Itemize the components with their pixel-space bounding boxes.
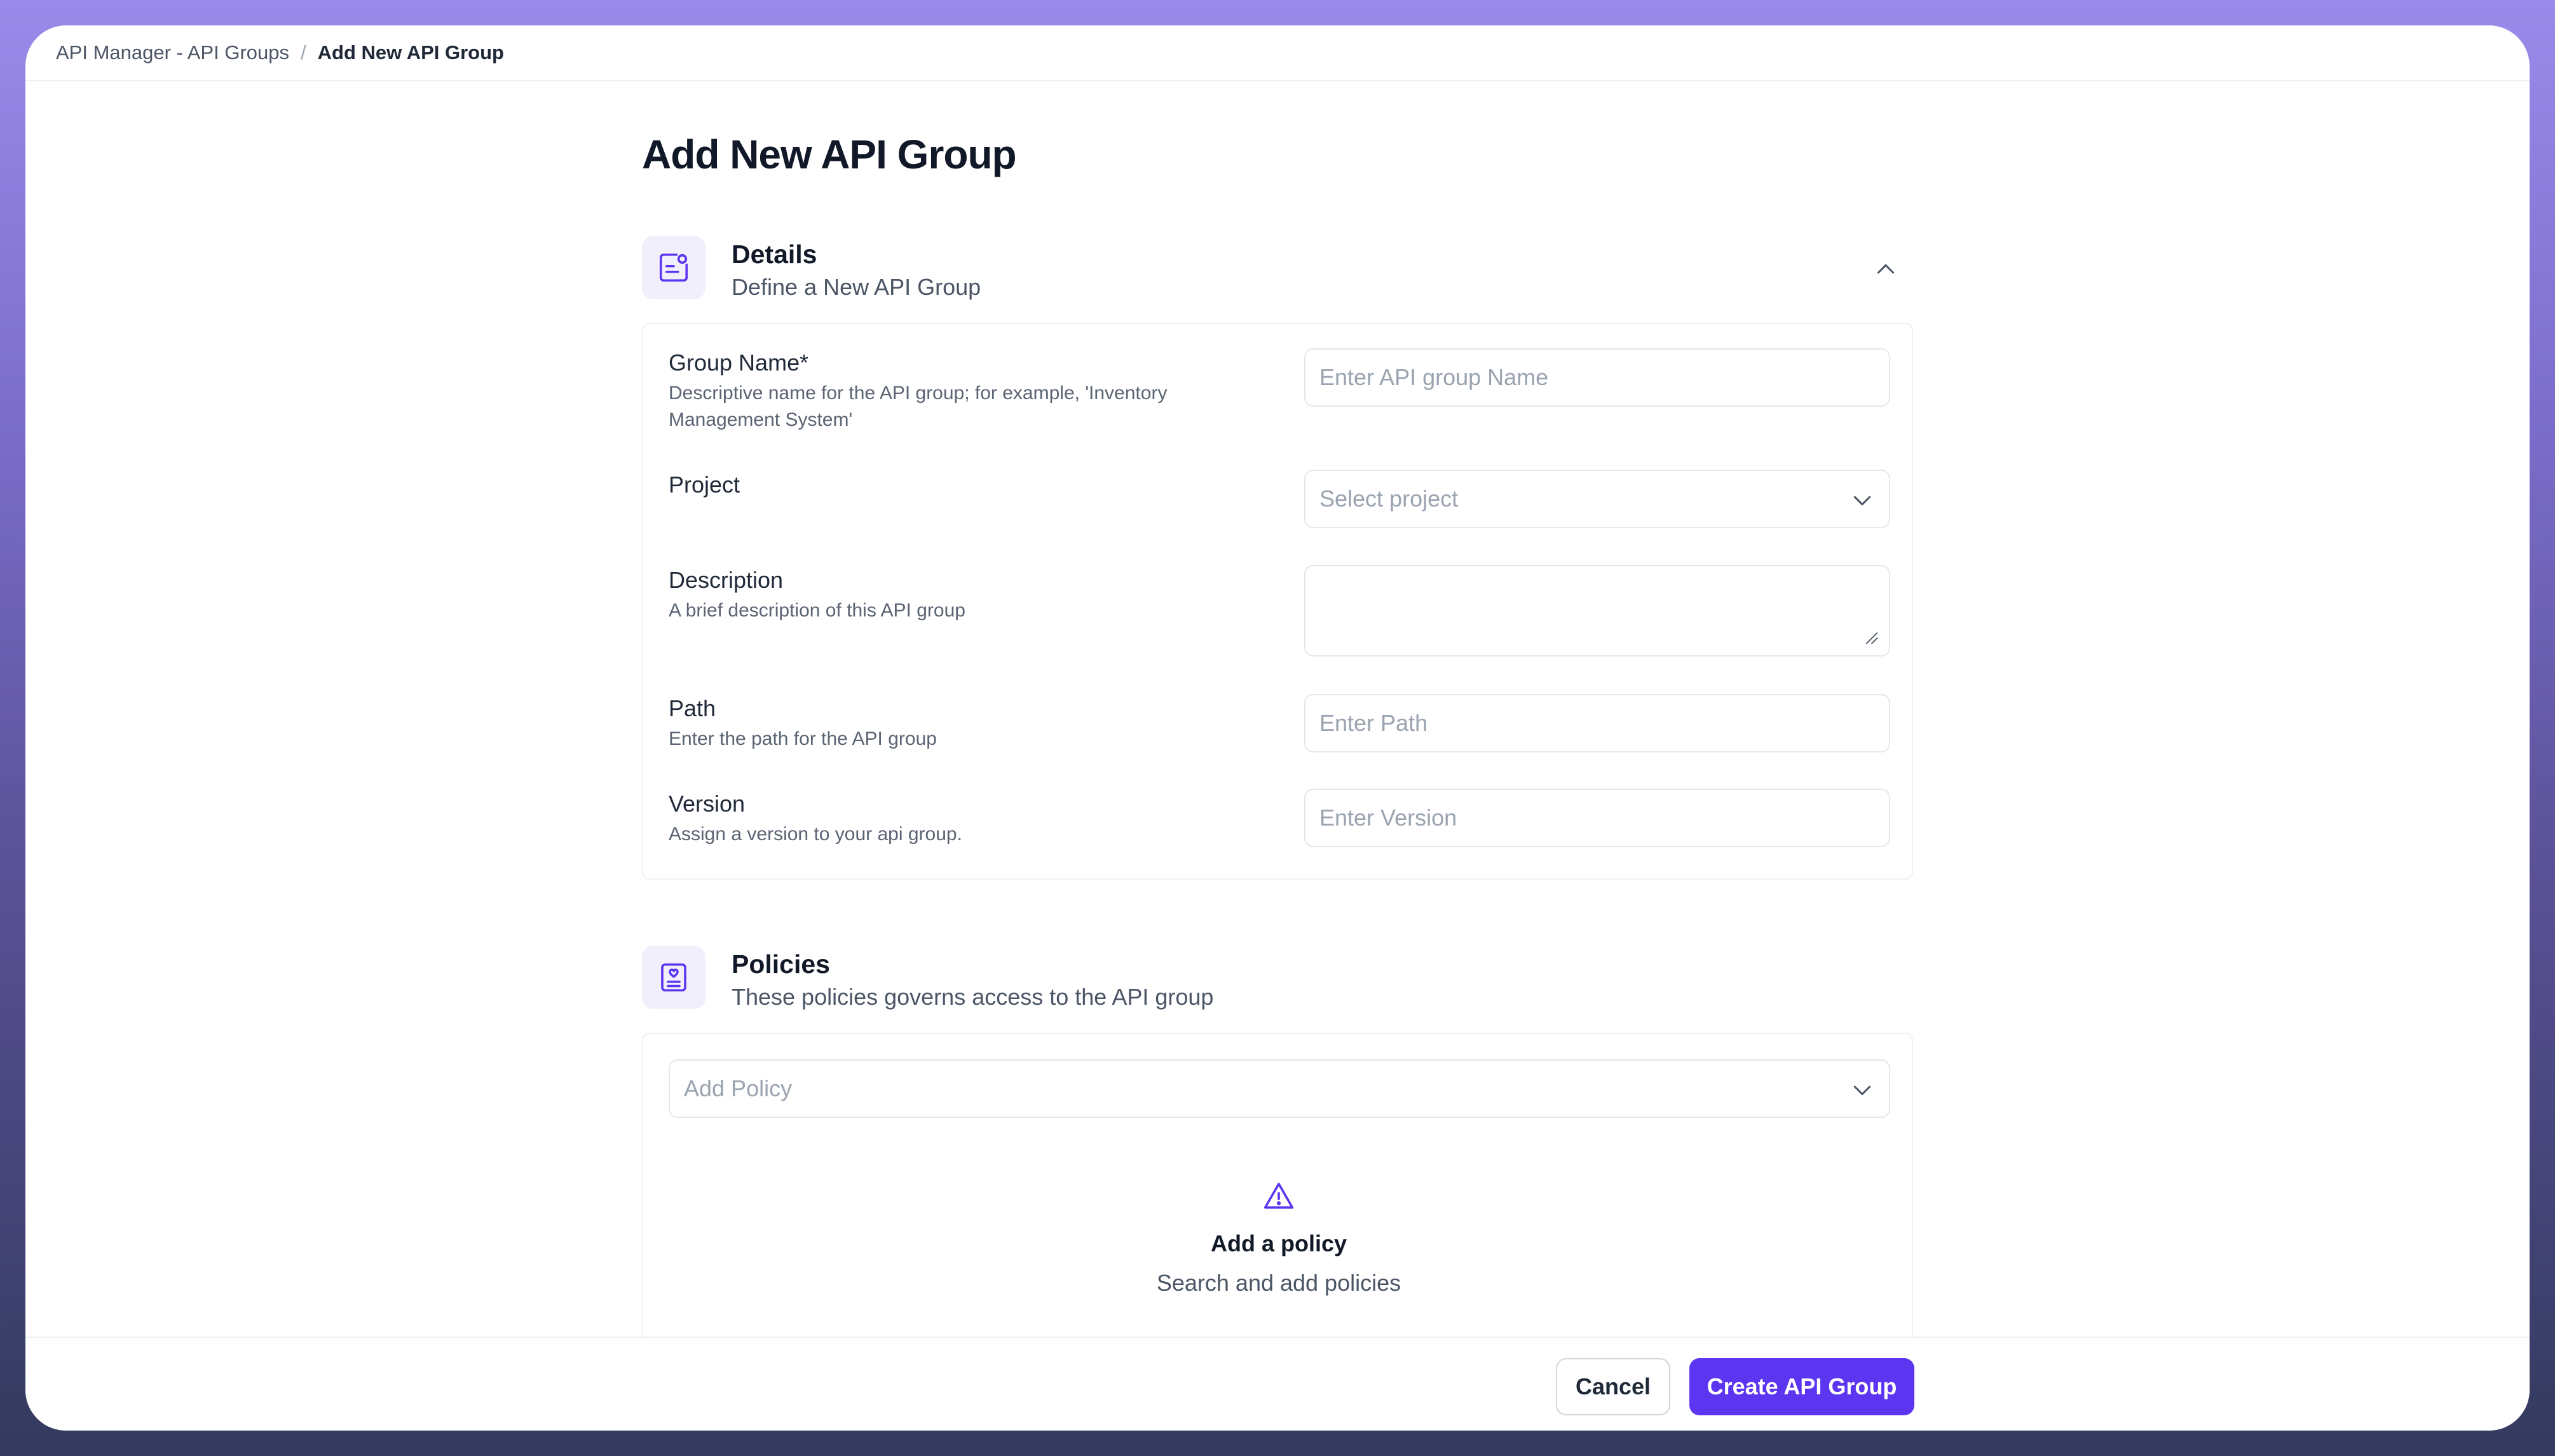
version-hint: Assign a version to your api group. [669, 824, 962, 845]
policy-badge-icon [642, 946, 705, 1009]
details-card: Group Name* Descriptive name for the API… [642, 323, 1913, 880]
document-user-icon [642, 236, 705, 299]
breadcrumb-separator: / [301, 41, 306, 64]
breadcrumb-parent-link[interactable]: API Manager - API Groups [56, 41, 289, 64]
group-name-input[interactable]: Enter API group Name [1304, 348, 1890, 407]
project-select[interactable]: Select project [1304, 470, 1890, 528]
cancel-button[interactable]: Cancel [1556, 1358, 1670, 1415]
page-title: Add New API Group [642, 132, 1017, 177]
breadcrumb-current: Add New API Group [317, 41, 504, 64]
details-section-header[interactable]: Details Define a New API Group [642, 236, 1913, 300]
path-hint: Enter the path for the API group [669, 728, 937, 749]
path-input[interactable]: Enter Path [1304, 694, 1890, 752]
create-api-group-button[interactable]: Create API Group [1689, 1358, 1914, 1415]
add-policy-select[interactable]: Add Policy [669, 1059, 1890, 1118]
empty-state-subtitle: Search and add policies [1156, 1270, 1401, 1296]
group-name-hint: Descriptive name for the API group; for … [669, 383, 1168, 430]
description-hint: A brief description of this API group [669, 600, 965, 621]
empty-state-title: Add a policy [1210, 1230, 1347, 1256]
version-input[interactable]: Enter Version [1304, 789, 1890, 847]
chevron-down-icon [1853, 1085, 1871, 1096]
policies-section-header: Policies These policies governs access t… [642, 946, 1913, 1010]
policies-empty-state: Add a policy Search and add policies [643, 1179, 1914, 1296]
app-window: API Manager - API Groups / Add New API G… [25, 25, 2530, 1431]
description-textarea[interactable] [1304, 565, 1890, 657]
details-title: Details [732, 240, 817, 269]
policies-subtitle: These policies governs access to the API… [732, 984, 1214, 1010]
policies-title: Policies [732, 949, 830, 979]
chevron-up-icon[interactable] [1871, 255, 1900, 284]
breadcrumb: API Manager - API Groups / Add New API G… [25, 25, 2530, 81]
project-select-value: Select project [1319, 486, 1459, 512]
resize-handle-icon[interactable] [1862, 629, 1880, 646]
chevron-down-icon [1853, 496, 1871, 506]
add-policy-placeholder: Add Policy [684, 1075, 793, 1101]
warning-triangle-icon [1264, 1183, 1294, 1209]
details-subtitle: Define a New API Group [732, 274, 981, 300]
policies-card: Add Policy Add a policy Search and add p… [642, 1033, 1913, 1389]
form-footer: Cancel Create API Group [25, 1337, 2530, 1431]
